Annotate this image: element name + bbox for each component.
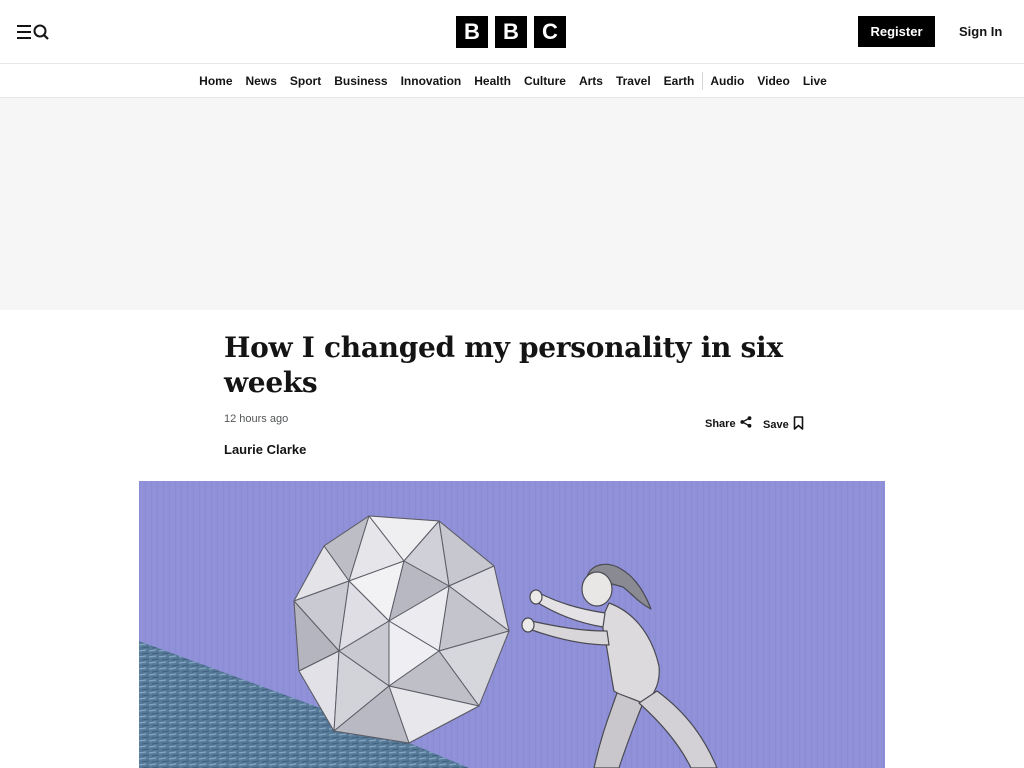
menu-search-icon[interactable] [16, 22, 50, 42]
article-timestamp: 12 hours ago [224, 413, 289, 425]
sign-in-link[interactable]: Sign In [951, 16, 1010, 47]
nav-item-home[interactable]: Home [193, 74, 239, 88]
nav-item-culture[interactable]: Culture [517, 74, 572, 88]
nav-item-audio[interactable]: Audio [704, 74, 751, 88]
nav-item-travel[interactable]: Travel [609, 74, 657, 88]
hero-image [139, 481, 885, 768]
nav-item-health[interactable]: Health [468, 74, 518, 88]
share-button[interactable]: Share [705, 416, 752, 431]
nav-divider [701, 72, 703, 90]
share-icon [739, 416, 752, 431]
nav-item-earth[interactable]: Earth [657, 74, 701, 88]
nav-item-business[interactable]: Business [328, 74, 394, 88]
logo-letter: B [495, 16, 527, 48]
nav-item-innovation[interactable]: Innovation [394, 74, 468, 88]
article-headline: How I changed my personality in six week… [224, 331, 783, 399]
nav-item-sport[interactable]: Sport [283, 74, 327, 88]
logo-letter: B [456, 16, 488, 48]
nav-item-arts[interactable]: Arts [572, 74, 609, 88]
nav-item-video[interactable]: Video [751, 74, 796, 88]
share-label: Share [705, 417, 736, 430]
logo-letter: C [534, 16, 566, 48]
article-author: Laurie Clarke [224, 442, 307, 457]
register-button[interactable]: Register [858, 16, 935, 47]
bbc-logo[interactable]: B B C [456, 16, 566, 48]
top-bar: B B C Register Sign In [0, 0, 1024, 64]
nav-item-news[interactable]: News [239, 74, 283, 88]
save-button[interactable]: Save [763, 416, 804, 433]
nav-item-live[interactable]: Live [796, 74, 833, 88]
ad-placeholder [0, 98, 1024, 310]
save-label: Save [763, 418, 789, 431]
bookmark-icon [793, 416, 804, 433]
main-nav: Home News Sport Business Innovation Heal… [0, 65, 1024, 98]
